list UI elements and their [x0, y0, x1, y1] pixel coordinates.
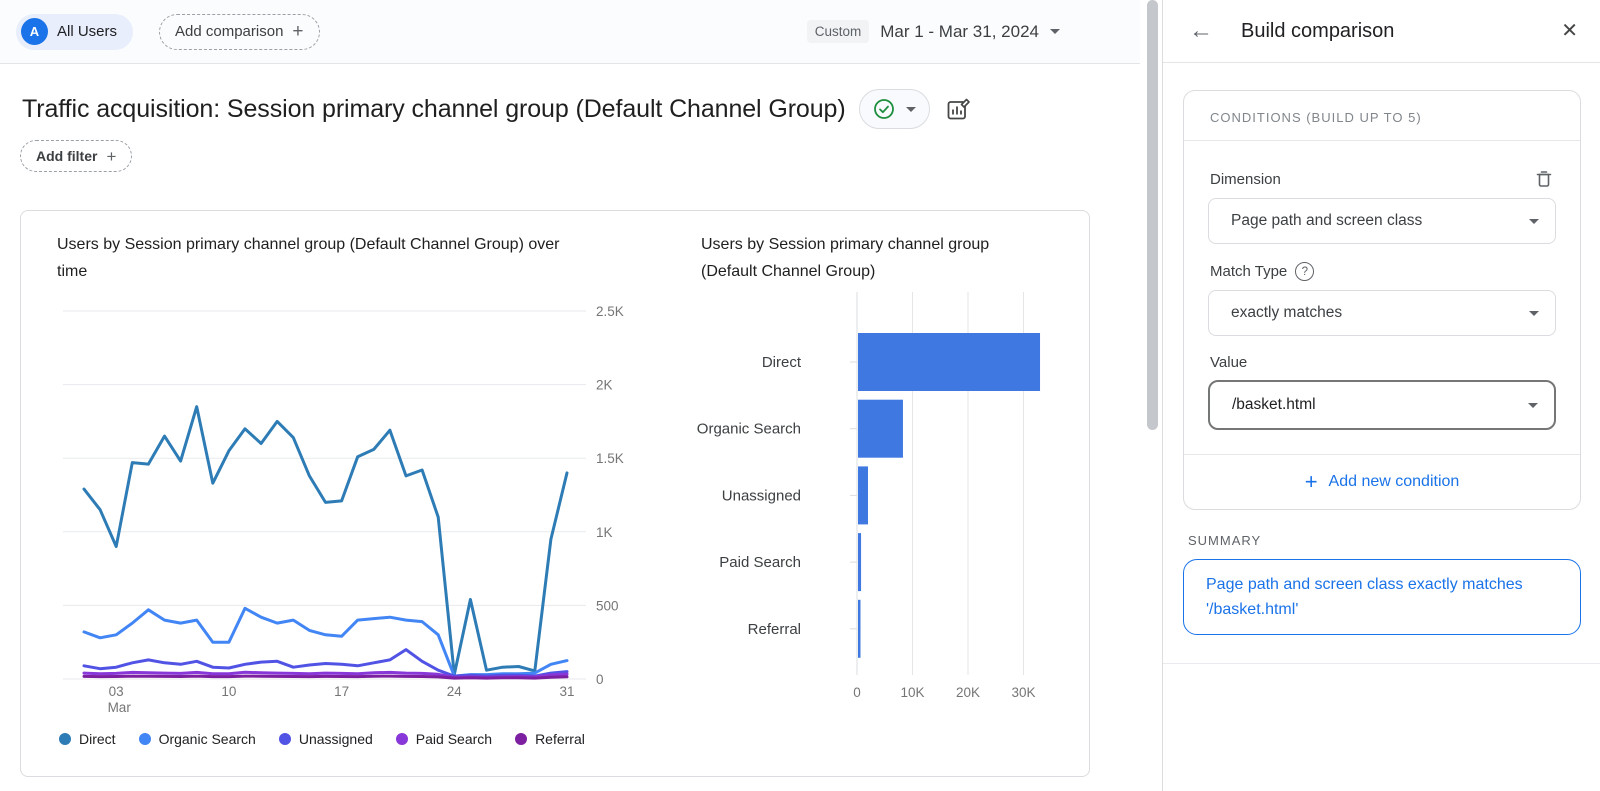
line-chart[interactable]: 0 500 1K 1.5K 2K 2.5K 03Mar 10 17 24 31 [47, 299, 633, 715]
svg-text:Paid Search: Paid Search [719, 554, 801, 571]
all-users-chip[interactable]: A All Users [16, 14, 133, 50]
legend-label: Referral [535, 731, 585, 747]
data-quality-badge[interactable] [859, 89, 930, 129]
dimension-value: Page path and screen class [1231, 212, 1422, 230]
close-icon[interactable]: ✕ [1561, 21, 1578, 41]
plus-icon: + [292, 22, 303, 41]
chevron-down-icon [1050, 29, 1060, 34]
avatar: A [21, 18, 48, 45]
summary-chip[interactable]: Page path and screen class exactly match… [1183, 559, 1581, 635]
svg-text:30K: 30K [1011, 685, 1035, 700]
legend-dot [59, 733, 71, 745]
title-row: Traffic acquisition: Session primary cha… [22, 89, 972, 129]
chevron-down-icon [1529, 311, 1539, 316]
svg-text:500: 500 [596, 598, 619, 613]
match-type-label-row: Match Type ? [1210, 262, 1554, 281]
svg-text:0: 0 [596, 672, 604, 687]
dimension-select[interactable]: Page path and screen class [1208, 198, 1556, 244]
legend-item: Direct [59, 731, 116, 747]
svg-text:03: 03 [109, 684, 124, 699]
match-type-value: exactly matches [1231, 304, 1342, 322]
line-chart-title: Users by Session primary channel group (… [57, 231, 562, 285]
divider [1163, 663, 1600, 664]
delete-condition-icon[interactable] [1534, 169, 1554, 189]
legend-label: Organic Search [159, 731, 256, 747]
svg-text:31: 31 [559, 684, 574, 699]
add-filter-label: Add filter [36, 148, 97, 164]
svg-text:10: 10 [221, 684, 236, 699]
report-area: A All Users Add comparison + Custom Mar … [0, 0, 1140, 791]
plus-icon: + [1305, 471, 1318, 493]
date-range-label: Mar 1 - Mar 31, 2024 [880, 22, 1039, 42]
add-new-condition-button[interactable]: + Add new condition [1184, 454, 1580, 509]
panel-header: ← Build comparison ✕ [1163, 0, 1600, 63]
value-text: /basket.html [1232, 396, 1316, 414]
chart-legend: Direct Organic Search Unassigned Paid Searc… [59, 731, 608, 747]
match-type-select[interactable]: exactly matches [1208, 290, 1556, 336]
svg-text:24: 24 [447, 684, 463, 699]
check-circle-icon [873, 98, 895, 120]
dimension-label-row: Dimension [1210, 169, 1554, 189]
customize-report-icon[interactable] [945, 96, 972, 123]
scrollbar-gutter [1140, 0, 1162, 791]
bar-chart-title: Users by Session primary channel group (… [701, 231, 1001, 285]
panel-title: Build comparison [1241, 20, 1561, 43]
all-users-label: All Users [57, 23, 117, 40]
legend-label: Paid Search [416, 731, 492, 747]
value-label-row: Value [1210, 354, 1554, 371]
summary-header: SUMMARY [1188, 533, 1261, 548]
value-label: Value [1210, 354, 1247, 371]
add-filter-button[interactable]: Add filter + [20, 140, 132, 172]
summary-text: Page path and screen class exactly match… [1206, 576, 1523, 618]
topbar: A All Users Add comparison + Custom Mar … [0, 0, 1140, 64]
plus-icon: + [106, 148, 116, 165]
conditions-body: Dimension Page path and screen class Mat… [1184, 141, 1580, 454]
back-icon[interactable]: ← [1189, 19, 1213, 43]
add-comparison-label: Add comparison [175, 23, 283, 40]
legend-dot [139, 733, 151, 745]
legend-dot [515, 733, 527, 745]
svg-text:1K: 1K [596, 525, 613, 540]
svg-text:Referral: Referral [748, 621, 801, 638]
legend-dot [279, 733, 291, 745]
page-title: Traffic acquisition: Session primary cha… [22, 95, 846, 124]
chevron-down-icon [906, 107, 916, 112]
legend-item: Paid Search [396, 731, 492, 747]
legend-item: Referral [515, 731, 585, 747]
svg-text:1.5K: 1.5K [596, 451, 624, 466]
svg-text:Unassigned: Unassigned [722, 487, 801, 504]
conditions-header: CONDITIONS (BUILD UP TO 5) [1184, 91, 1580, 141]
value-select[interactable]: /basket.html [1208, 380, 1556, 430]
custom-badge: Custom [807, 20, 870, 43]
svg-text:17: 17 [334, 684, 349, 699]
add-comparison-button[interactable]: Add comparison + [159, 14, 320, 50]
help-icon[interactable]: ? [1295, 262, 1314, 281]
add-new-condition-label: Add new condition [1329, 473, 1460, 491]
chevron-down-icon [1529, 219, 1539, 224]
svg-text:Organic Search: Organic Search [697, 421, 801, 438]
svg-text:2.5K: 2.5K [596, 304, 624, 319]
svg-text:0: 0 [853, 685, 861, 700]
conditions-card: CONDITIONS (BUILD UP TO 5) Dimension Pag… [1183, 90, 1581, 510]
charts-card: Users by Session primary channel group (… [20, 210, 1090, 777]
legend-item: Unassigned [279, 731, 373, 747]
dimension-label: Dimension [1210, 171, 1281, 188]
svg-text:20K: 20K [956, 685, 980, 700]
legend-label: Direct [79, 731, 116, 747]
legend-dot [396, 733, 408, 745]
build-comparison-panel: ← Build comparison ✕ CONDITIONS (BUILD U… [1162, 0, 1600, 791]
svg-text:2K: 2K [596, 378, 613, 393]
legend-label: Unassigned [299, 731, 373, 747]
svg-text:Direct: Direct [762, 354, 802, 371]
scrollbar[interactable] [1147, 0, 1158, 430]
date-range-picker[interactable]: Custom Mar 1 - Mar 31, 2024 [807, 20, 1060, 43]
svg-text:10K: 10K [900, 685, 924, 700]
svg-text:Mar: Mar [108, 700, 132, 715]
legend-item: Organic Search [139, 731, 256, 747]
bar-chart[interactable]: 0 10K 20K 30K Direct Organic Search Unassigned… [671, 287, 1071, 707]
match-type-label: Match Type [1210, 263, 1287, 280]
chevron-down-icon [1528, 403, 1538, 408]
